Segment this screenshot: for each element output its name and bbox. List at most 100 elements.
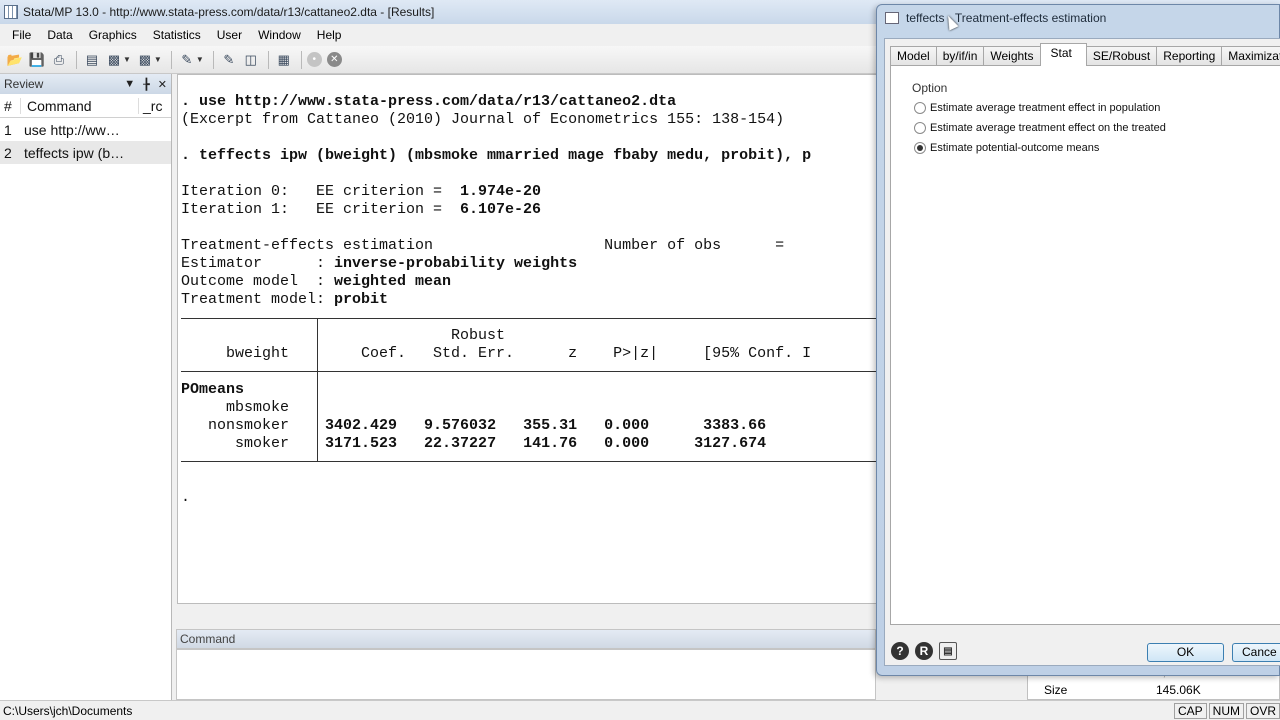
review-row[interactable]: 1 use http://ww… — [0, 118, 171, 141]
toolbar-separator — [76, 50, 77, 69]
dialog-icon — [885, 12, 899, 24]
stata-window: Stata/MP 13.0 - http://www.stata-press.c… — [0, 0, 1280, 720]
cancel-button[interactable]: Cance — [1232, 643, 1280, 662]
iteration-1-value: 6.107e-26 — [460, 201, 542, 218]
radio-ate[interactable]: Estimate average treatment effect in pop… — [914, 102, 1160, 114]
column-num[interactable]: # — [0, 98, 20, 114]
column-command[interactable]: Command — [20, 97, 138, 114]
radio-button[interactable] — [914, 122, 926, 134]
chevron-down-icon[interactable]: ▼ — [123, 55, 131, 64]
table-header-columns: bweight Coef. Std. Err. z P>|z| [95% Con… — [181, 345, 812, 362]
iteration-0: Iteration 0: EE criterion = 1.974e-20 — [181, 183, 541, 201]
review-column-headers: # Command _rc — [0, 94, 171, 118]
save-icon[interactable]: 💾 — [27, 50, 47, 70]
treatment-value: probit — [334, 291, 389, 308]
chevron-down-icon[interactable]: ▼ — [196, 55, 204, 64]
excerpt-note: (Excerpt from Cattaneo (2010) Journal of… — [181, 111, 785, 128]
menu-file[interactable]: File — [4, 24, 39, 46]
variables-manager-icon[interactable]: ▦ — [274, 50, 294, 70]
dialog-title-bar[interactable]: teffects - Treatment-effects estimation — [885, 11, 1106, 25]
row-values: 3402.429 9.576032 355.31 0.000 3383.66 — [289, 417, 767, 434]
row-values: 3171.523 22.37227 141.76 0.000 3127.674 — [289, 435, 767, 452]
radio-button-selected[interactable] — [914, 142, 926, 154]
stata-app-icon — [4, 5, 18, 19]
num-lock-indicator: NUM — [1208, 703, 1244, 719]
table-row-smoker: smoker 3171.523 22.37227 141.76 0.000 31… — [181, 435, 766, 453]
working-directory: C:\Users\jch\Documents — [3, 703, 133, 718]
table-row-nonsmoker: nonsmoker 3402.429 9.576032 355.31 0.000… — [181, 417, 766, 435]
iteration-0-label: Iteration 0: EE criterion = — [181, 183, 461, 200]
copy-command-icon[interactable]: ▤ — [939, 642, 957, 660]
tab-weights[interactable]: Weights — [983, 46, 1041, 65]
table-header-rule — [181, 371, 876, 372]
dialog-body: Model by/if/in Weights Stat SE/Robust Re… — [884, 38, 1280, 666]
review-header: Review ▼ ╊ ✕ — [0, 74, 171, 94]
menu-user[interactable]: User — [209, 24, 250, 46]
tab-stat[interactable]: Stat — [1039, 43, 1087, 66]
stat-tab-panel: Option Estimate average treatment effect… — [890, 65, 1280, 625]
filter-icon[interactable]: ▼ — [124, 78, 135, 91]
break-icon[interactable]: ✕ — [326, 52, 342, 67]
radio-pomeans[interactable]: Estimate potential-outcome means — [914, 142, 1099, 154]
log-icon[interactable]: ▤ — [82, 50, 102, 70]
help-icon[interactable]: ? — [891, 642, 909, 660]
window-title: Stata/MP 13.0 - http://www.stata-press.c… — [23, 5, 435, 19]
menu-data[interactable]: Data — [39, 24, 80, 46]
do-file-editor-icon[interactable]: ✎ — [177, 50, 197, 70]
chevron-down-icon[interactable]: ▼ — [154, 55, 162, 64]
menu-statistics[interactable]: Statistics — [145, 24, 209, 46]
outcome-line: Outcome model : weighted mean — [181, 273, 451, 291]
results-window[interactable]: . use http://www.stata-press.com/data/r1… — [177, 74, 877, 604]
pin-icon[interactable]: ╊ — [143, 78, 150, 91]
toolbar-separator — [267, 50, 269, 69]
more-icon[interactable]: • — [306, 52, 322, 67]
ok-button[interactable]: OK — [1147, 643, 1224, 662]
data-browser-icon[interactable]: ◫ — [241, 50, 261, 70]
review-title: Review — [4, 77, 44, 91]
tab-reporting[interactable]: Reporting — [1156, 46, 1223, 65]
tab-maximization[interactable]: Maximization — [1221, 46, 1280, 65]
treatment-label: Treatment model: — [181, 291, 335, 308]
toolbar-separator — [170, 50, 172, 69]
reset-icon[interactable]: R — [915, 642, 933, 660]
treatment-line: Treatment model: probit — [181, 291, 388, 309]
command-pane-header: Command — [176, 629, 876, 649]
menu-help[interactable]: Help — [309, 24, 350, 46]
toolbar-separator — [212, 50, 214, 69]
table-group-label: POmeans — [181, 381, 245, 398]
table-bottom-rule — [181, 461, 876, 462]
property-label: Size — [1044, 683, 1068, 697]
estimator-value: inverse-probability weights — [334, 255, 578, 272]
results-prompt: . — [181, 489, 191, 506]
graph-icon[interactable]: ▩ — [135, 50, 155, 70]
open-folder-icon[interactable]: 📂 — [5, 50, 25, 70]
column-rc[interactable]: _rc — [138, 97, 170, 114]
tab-model[interactable]: Model — [890, 46, 937, 65]
viewer-icon[interactable]: ▩ — [104, 50, 124, 70]
estimator-line: Estimator : inverse-probability weights — [181, 255, 577, 273]
outcome-label: Outcome model : — [181, 273, 335, 290]
review-row-text: teffects ipw (b… — [24, 144, 125, 161]
command-echo-teffects: . teffects ipw (bweight) (mbsmoke mmarri… — [181, 147, 812, 164]
review-row-num: 2 — [4, 144, 12, 161]
menu-graphics[interactable]: Graphics — [81, 24, 145, 46]
review-row-text: use http://ww… — [24, 121, 120, 138]
close-icon[interactable]: ✕ — [158, 78, 167, 91]
review-row[interactable]: 2 teffects ipw (b… — [0, 141, 171, 164]
tab-se-robust[interactable]: SE/Robust — [1085, 46, 1158, 65]
radio-label: Estimate average treatment effect on the… — [930, 122, 1166, 134]
menu-window[interactable]: Window — [250, 24, 309, 46]
status-indicators: CAP NUM OVR — [1173, 703, 1280, 719]
table-top-rule — [181, 318, 876, 319]
tab-by-if-in[interactable]: by/if/in — [935, 46, 985, 65]
review-pane: Review ▼ ╊ ✕ # Command _rc 1 use http://… — [0, 74, 172, 700]
radio-button[interactable] — [914, 102, 926, 114]
radio-atet[interactable]: Estimate average treatment effect on the… — [914, 122, 1166, 134]
outcome-value: weighted mean — [334, 273, 452, 290]
iteration-1: Iteration 1: EE criterion = 6.107e-26 — [181, 201, 541, 219]
command-input[interactable] — [176, 649, 876, 700]
radio-label: Estimate potential-outcome means — [930, 142, 1100, 154]
data-editor-icon[interactable]: ✎ — [219, 50, 239, 70]
print-icon[interactable]: ⎙ — [49, 50, 69, 70]
estimator-label: Estimator : — [181, 255, 335, 272]
